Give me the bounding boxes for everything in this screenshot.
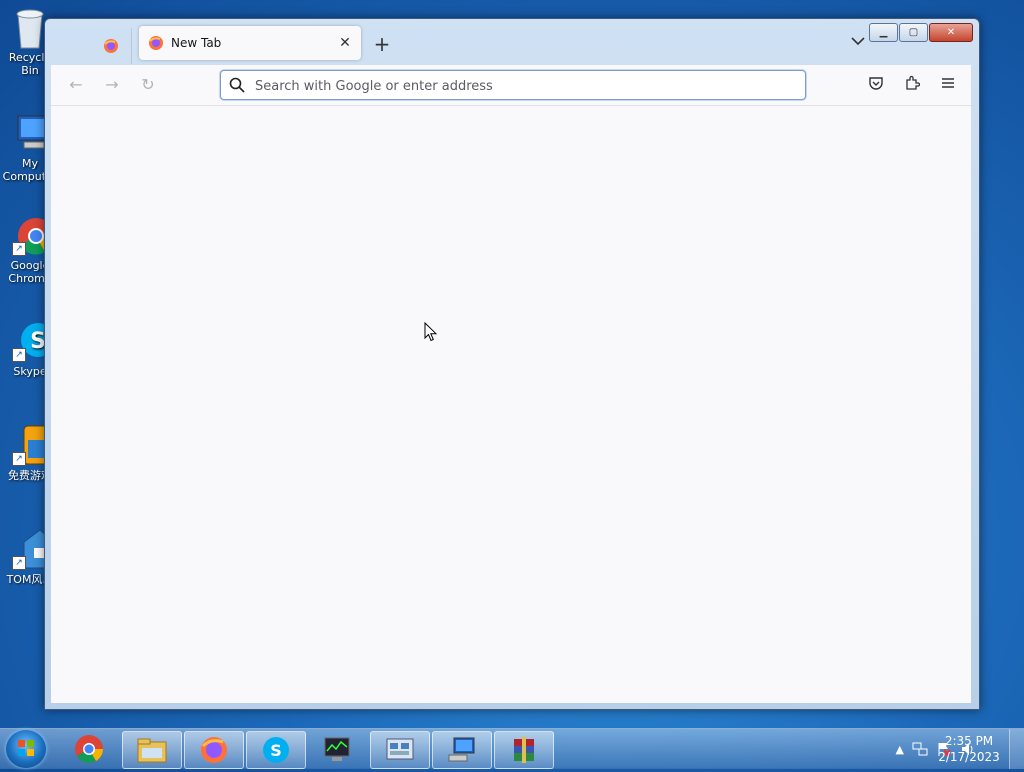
- tab-new-tab[interactable]: New Tab ✕: [139, 26, 361, 60]
- close-tab-icon[interactable]: ✕: [335, 35, 355, 51]
- folder-icon: [137, 738, 167, 763]
- show-hidden-icons-icon[interactable]: ▲: [896, 743, 904, 756]
- shortcut-arrow-icon: ↗: [12, 242, 26, 256]
- taskbar-winrar[interactable]: [494, 731, 554, 769]
- pocket-icon: [869, 77, 883, 90]
- back-button[interactable]: ←: [65, 75, 87, 95]
- task-manager-icon: [324, 737, 350, 761]
- maximize-icon: ▢: [908, 27, 919, 38]
- firefox-icon: [149, 36, 163, 50]
- taskbar-chrome[interactable]: [60, 731, 118, 767]
- search-icon: [229, 77, 245, 93]
- page-content-area[interactable]: [51, 106, 971, 703]
- extensions-button[interactable]: [901, 75, 923, 95]
- firefox-icon: [201, 737, 227, 763]
- tab-strip: New Tab ✕ +: [51, 25, 899, 64]
- mouse-cursor-icon: [424, 322, 438, 342]
- close-icon: ✕: [946, 27, 956, 38]
- skype-icon: S: [263, 737, 289, 763]
- browser-window: ▁ ▢ ✕ New Tab ✕ + ← → ↻: [44, 18, 980, 710]
- forward-button[interactable]: →: [101, 75, 123, 95]
- windows-logo-icon: [18, 740, 34, 756]
- taskbar-file-explorer[interactable]: [122, 731, 182, 769]
- network-computer-icon: [448, 737, 475, 762]
- app-menu-button[interactable]: [937, 75, 959, 95]
- tab-title: New Tab: [171, 36, 222, 50]
- hamburger-menu-icon: [942, 78, 954, 88]
- chrome-icon: [75, 735, 103, 763]
- maximize-button[interactable]: ▢: [899, 23, 928, 42]
- svg-text:S: S: [270, 741, 282, 760]
- taskbar-skype[interactable]: S: [246, 731, 306, 769]
- list-all-tabs-button[interactable]: [851, 35, 865, 49]
- show-desktop-button[interactable]: [1009, 729, 1024, 769]
- firefox-icon: [104, 39, 118, 53]
- address-bar[interactable]: [220, 70, 806, 100]
- pocket-button[interactable]: [865, 75, 887, 95]
- chevron-down-icon: [851, 37, 865, 46]
- taskbar-clock[interactable]: 2:35 PM 2/17/2023: [938, 733, 1000, 765]
- clock-time: 2:35 PM: [944, 734, 994, 748]
- taskbar-firefox[interactable]: [184, 731, 244, 769]
- shortcut-arrow-icon: ↗: [12, 348, 26, 362]
- clock-date: 2/17/2023: [938, 750, 1000, 764]
- taskbar-task-manager[interactable]: [308, 731, 366, 767]
- taskbar-network[interactable]: [432, 731, 492, 769]
- taskbar: S ▲ 2:35 PM 2/17/2023: [0, 728, 1024, 769]
- shortcut-arrow-icon: ↗: [12, 556, 26, 570]
- taskbar-control-panel[interactable]: [370, 731, 430, 769]
- reload-icon: ↻: [141, 75, 155, 94]
- plus-icon: +: [373, 32, 391, 56]
- start-button[interactable]: [6, 730, 46, 768]
- reload-button[interactable]: ↻: [137, 75, 159, 95]
- control-panel-icon: [386, 738, 414, 760]
- arrow-left-icon: ←: [69, 75, 83, 94]
- address-input[interactable]: [253, 75, 797, 97]
- new-tab-button[interactable]: +: [371, 32, 393, 56]
- navigation-toolbar: ← → ↻: [51, 65, 971, 106]
- firefox-view-button[interactable]: [91, 28, 132, 64]
- network-icon[interactable]: [912, 741, 928, 757]
- winrar-icon: [514, 737, 534, 763]
- shortcut-arrow-icon: ↗: [12, 452, 26, 466]
- arrow-right-icon: →: [105, 75, 119, 94]
- puzzle-icon: [906, 75, 921, 90]
- close-window-button[interactable]: ✕: [929, 23, 973, 42]
